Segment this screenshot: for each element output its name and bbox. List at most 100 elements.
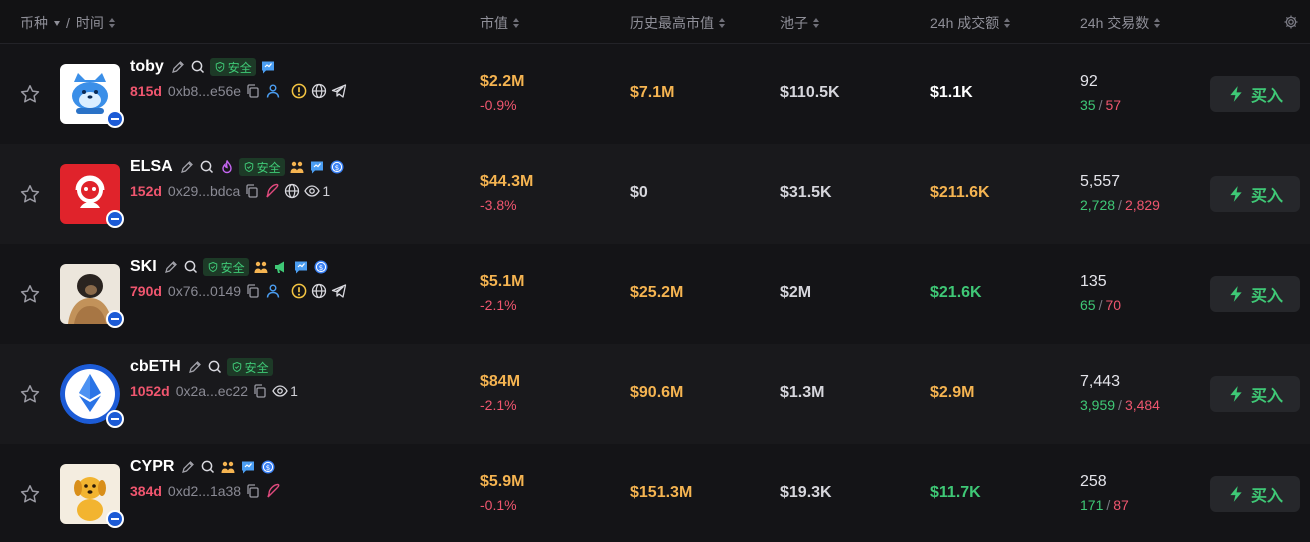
buy-label: 买入 [1250, 288, 1283, 305]
chain-badge-icon [106, 410, 124, 428]
ath-market-cap-value: $0 [630, 184, 648, 201]
shield-check-icon [231, 361, 243, 373]
feather-icon[interactable] [264, 183, 280, 199]
sort-icon[interactable] [719, 17, 725, 29]
volume-header[interactable]: 24h 成交额 [930, 13, 999, 33]
token-ticker[interactable]: ELSA [130, 158, 173, 176]
column-market-cap[interactable]: 市值 [480, 13, 519, 33]
favorite-star-icon[interactable] [19, 283, 41, 305]
user-icon[interactable] [265, 83, 281, 99]
buy-count: 171 [1080, 497, 1104, 513]
sort-icon[interactable] [813, 17, 819, 29]
copy-icon[interactable] [244, 183, 260, 199]
market-cap-value: $5.9M [480, 473, 525, 490]
contract-address[interactable]: 0x76...0149 [168, 283, 241, 299]
sort-icon[interactable] [513, 17, 519, 29]
people-icon [253, 259, 269, 275]
contract-address[interactable]: 0xd2...1a38 [168, 483, 241, 499]
globe-icon[interactable] [311, 83, 327, 99]
search-icon[interactable] [183, 259, 199, 275]
token-age: 384d [130, 483, 162, 499]
pool-header[interactable]: 池子 [780, 13, 808, 33]
sell-count: 87 [1113, 497, 1129, 513]
contract-address[interactable]: 0x2a...ec22 [176, 383, 248, 399]
search-icon[interactable] [190, 59, 206, 75]
search-icon[interactable] [199, 159, 215, 175]
search-icon[interactable] [200, 459, 216, 475]
favorite-star-icon[interactable] [19, 183, 41, 205]
volume-value: $21.6K [930, 284, 982, 301]
coin-icon [329, 159, 345, 175]
user-icon[interactable] [265, 283, 281, 299]
contract-address[interactable]: 0xb8...e56e [168, 83, 241, 99]
coin-icon [313, 259, 329, 275]
shield-check-icon [214, 61, 226, 73]
table-row[interactable]: cbETH 安全 1052d 0x2a...ec22 1 $84M -2.1% … [0, 344, 1310, 444]
sort-icon[interactable] [1004, 17, 1011, 29]
copy-icon[interactable] [252, 383, 268, 399]
people-icon [220, 459, 236, 475]
chevron-down-icon[interactable] [54, 20, 60, 26]
market-cap-value: $5.1M [480, 273, 525, 290]
warning-icon[interactable] [291, 83, 307, 99]
favorite-star-icon[interactable] [19, 383, 41, 405]
contract-address[interactable]: 0x29...bdca [168, 183, 240, 199]
volume-value: $1.1K [930, 84, 973, 101]
edit-pen-icon[interactable] [179, 159, 195, 175]
table-row[interactable]: SKI 安全 790d 0x76...0149 $5.1M -2.1% $25.… [0, 244, 1310, 344]
globe-icon[interactable] [284, 183, 300, 199]
txns-count: 258 [1080, 473, 1107, 490]
buy-sell-counts: 65/70 [1080, 297, 1122, 313]
edit-pen-icon[interactable] [180, 459, 196, 475]
buy-button[interactable]: 买入 [1210, 276, 1300, 312]
sort-icon[interactable] [108, 17, 115, 29]
chat-chart-icon [260, 59, 276, 75]
price-change: -2.1% [480, 397, 517, 413]
pool-value: $2M [780, 284, 812, 301]
column-txns[interactable]: 24h 交易数 [1080, 13, 1161, 33]
ath-header[interactable]: 历史最高市值 [630, 13, 714, 33]
globe-icon[interactable] [311, 283, 327, 299]
coin-sort-label[interactable]: 币种 [20, 13, 48, 33]
buy-button[interactable]: 买入 [1210, 476, 1300, 512]
column-volume[interactable]: 24h 成交额 [930, 13, 1011, 33]
buy-button[interactable]: 买入 [1210, 376, 1300, 412]
copy-icon[interactable] [245, 83, 261, 99]
token-ticker[interactable]: SKI [130, 258, 157, 276]
edit-pen-icon[interactable] [170, 59, 186, 75]
buy-button[interactable]: 买入 [1210, 176, 1300, 212]
edit-pen-icon[interactable] [163, 259, 179, 275]
favorite-star-icon[interactable] [19, 83, 41, 105]
settings-gear-icon[interactable] [1283, 14, 1299, 30]
token-ticker[interactable]: CYPR [130, 458, 174, 476]
column-coin-time[interactable]: 币种 / 时间 [20, 13, 115, 33]
table-row[interactable]: ELSA 安全 152d 0x29...bdca 1 $44.3M -3.8% … [0, 144, 1310, 244]
favorite-star-icon[interactable] [19, 483, 41, 505]
shield-check-icon [243, 161, 255, 173]
column-ath-market-cap[interactable]: 历史最高市值 [630, 13, 725, 33]
column-pool[interactable]: 池子 [780, 13, 819, 33]
txns-header[interactable]: 24h 交易数 [1080, 13, 1149, 33]
price-change: -0.1% [480, 497, 517, 513]
telegram-icon[interactable] [331, 283, 347, 299]
chain-badge-icon [106, 210, 124, 228]
watchers: 1 [304, 183, 330, 199]
table-row[interactable]: CYPR 384d 0xd2...1a38 $5.9M -0.1% $151.3… [0, 444, 1310, 542]
chain-badge-icon [106, 310, 124, 328]
buy-label: 买入 [1250, 188, 1283, 205]
token-ticker[interactable]: toby [130, 58, 164, 76]
telegram-icon[interactable] [331, 83, 347, 99]
market-cap-header[interactable]: 市值 [480, 13, 508, 33]
copy-icon[interactable] [245, 283, 261, 299]
txns-count: 7,443 [1080, 373, 1121, 390]
buy-button[interactable]: 买入 [1210, 76, 1300, 112]
sort-icon[interactable] [1154, 17, 1161, 29]
copy-icon[interactable] [245, 483, 261, 499]
feather-icon[interactable] [265, 483, 281, 499]
time-sort-label[interactable]: 时间 [76, 13, 104, 33]
warning-icon[interactable] [291, 283, 307, 299]
search-icon[interactable] [207, 359, 223, 375]
token-ticker[interactable]: cbETH [130, 358, 181, 376]
table-row[interactable]: toby 安全 815d 0xb8...e56e $2.2M -0.9% $7.… [0, 44, 1310, 144]
edit-pen-icon[interactable] [187, 359, 203, 375]
